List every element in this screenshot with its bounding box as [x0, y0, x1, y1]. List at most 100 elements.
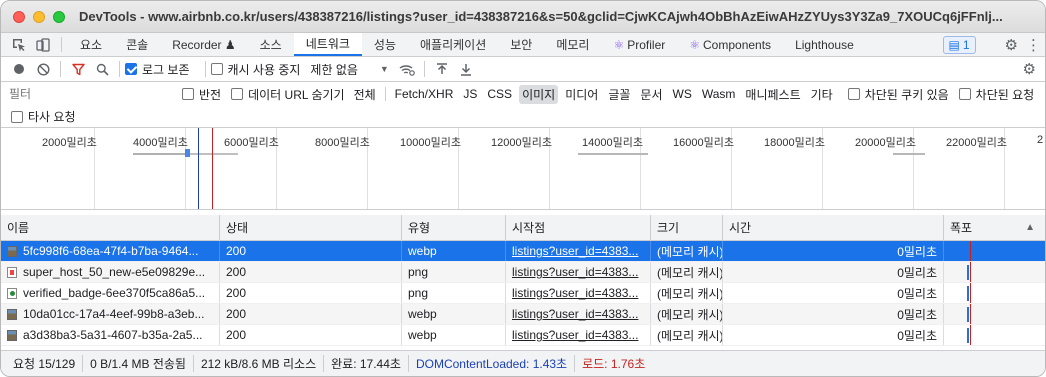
initiator-link[interactable]: listings?user_id=4383... [512, 286, 638, 300]
divider [423, 61, 425, 77]
more-options-icon[interactable]: ⋮ [1026, 36, 1041, 54]
filter-type-js[interactable]: JS [460, 86, 480, 102]
filter-type-all[interactable]: 전체 [351, 85, 379, 104]
table-row[interactable]: 10da01cc-17a4-4eef-99b8-a3eb... 200 webp li… [1, 304, 1045, 325]
column-header-waterfall[interactable]: 폭포 ▲ [944, 215, 1045, 240]
react-icon: ⚛ [613, 37, 625, 52]
import-har-icon[interactable] [430, 59, 454, 79]
initiator-link[interactable]: listings?user_id=4383... [512, 307, 638, 321]
clear-icon[interactable] [31, 59, 55, 79]
request-size: (메모리 캐시) [657, 286, 723, 301]
tab-lighthouse[interactable]: Lighthouse [783, 33, 866, 56]
tab-bar-actions: ▤ 1 ⚙ ⋮ [942, 33, 1041, 57]
filter-type-img[interactable]: 이미지 [519, 84, 559, 104]
table-row[interactable]: 5fc998f6-68ea-47f4-b7ba-9464... 200 webp li… [1, 241, 1045, 262]
issues-badge[interactable]: ▤ 1 [942, 36, 976, 54]
filter-type-fetch-xhr[interactable]: Fetch/XHR [392, 86, 457, 102]
device-toolbar-icon[interactable] [31, 33, 55, 56]
filter-type-media[interactable]: 미디어 [562, 85, 601, 104]
request-name: a3d38ba3-5a31-4607-b35a-2a5... [23, 328, 203, 342]
filter-type-other[interactable]: 기타 [808, 85, 836, 104]
filter-type-font[interactable]: 글꼴 [605, 85, 633, 104]
search-icon[interactable] [90, 59, 114, 79]
tab-console[interactable]: 콘솔 [114, 33, 160, 56]
status-load: 로드: 1.76초 [582, 357, 646, 371]
cell-waterfall [944, 304, 1045, 324]
tab-recorder[interactable]: Recorder ♟ [160, 33, 247, 56]
export-har-icon[interactable] [454, 59, 478, 79]
table-row[interactable]: a3d38ba3-5a31-4607-b35a-2a5... 200 webp lis… [1, 325, 1045, 346]
filter-type-doc[interactable]: 문서 [637, 85, 665, 104]
initiator-link[interactable]: listings?user_id=4383... [512, 244, 638, 258]
close-window-button[interactable] [13, 10, 25, 23]
throttling-value: 제한 없음 [310, 62, 358, 77]
filter-icon[interactable] [66, 59, 90, 79]
filter-type-css[interactable]: CSS [484, 86, 515, 102]
tab-network[interactable]: 네트워크 [293, 33, 362, 56]
blocked-cookies-checkbox[interactable]: 차단된 쿠키 있음 [847, 86, 949, 103]
blocked-requests-check[interactable] [958, 88, 971, 100]
preserve-log-checkbox[interactable]: 로그 보존 [125, 61, 190, 78]
hide-data-urls-check[interactable] [231, 88, 244, 100]
cell-name: a3d38ba3-5a31-4607-b35a-2a5... [1, 325, 220, 345]
issues-count: 1 [962, 38, 970, 52]
network-overview[interactable]: 2000밀리초 4000밀리초 6000밀리초 8000밀리초 10000밀리초… [1, 128, 1045, 210]
preserve-log-check[interactable] [125, 63, 137, 75]
window-title: DevTools - www.airbnb.co.kr/users/438387… [79, 9, 1003, 24]
record-icon[interactable] [7, 59, 31, 79]
minimize-window-button[interactable] [33, 10, 45, 23]
divider [119, 61, 120, 77]
filter-type-ws[interactable]: WS [670, 86, 695, 102]
tab-components[interactable]: ⚛ Components [677, 33, 783, 56]
column-header-name[interactable]: 이름 [1, 215, 220, 240]
request-name: super_host_50_new-e5e09829e... [23, 265, 206, 279]
initiator-link[interactable]: listings?user_id=4383... [512, 265, 638, 279]
waterfall-bar [967, 286, 969, 301]
table-row[interactable]: super_host_50_new-e5e09829e... 200 png list… [1, 262, 1045, 283]
gear-icon[interactable]: ⚙ [1005, 36, 1018, 54]
filter-type-wasm[interactable]: Wasm [699, 86, 739, 102]
column-header-size[interactable]: 크기 [651, 215, 723, 240]
zoom-window-button[interactable] [53, 10, 65, 23]
overview-tick-label: 16000밀리초 [673, 137, 734, 149]
network-toolbar: 로그 보존 캐시 사용 중지 제한 없음 ▼ ⚙ [1, 57, 1045, 82]
invert-check[interactable] [182, 88, 194, 100]
initiator-link[interactable]: listings?user_id=4383... [512, 328, 638, 342]
file-type-icon [7, 308, 17, 320]
disable-cache-check[interactable] [210, 63, 223, 75]
overview-tick-label: 22000밀리초 [946, 137, 1007, 149]
request-status: 200 [226, 244, 247, 258]
inspect-element-icon[interactable] [7, 33, 31, 56]
network-conditions-icon[interactable] [395, 59, 419, 79]
column-header-status[interactable]: 상태 [220, 215, 402, 240]
blocked-cookies-check[interactable] [847, 88, 860, 100]
cell-status: 200 [220, 304, 402, 324]
table-row[interactable]: verified_badge-6ee370f5ca86a5... 200 png li… [1, 283, 1045, 304]
column-header-initiator[interactable]: 시작점 [506, 215, 651, 240]
tab-memory[interactable]: 메모리 [544, 33, 601, 56]
cell-name: verified_badge-6ee370f5ca86a5... [1, 283, 220, 303]
tab-sources[interactable]: 소스 [248, 33, 294, 56]
filter-type-manifest[interactable]: 매니페스트 [742, 85, 803, 104]
disable-cache-checkbox[interactable]: 캐시 사용 중지 [210, 61, 300, 78]
invert-checkbox[interactable]: 반전 [182, 86, 221, 103]
throttling-select[interactable]: 제한 없음 ▼ [310, 61, 388, 78]
third-party-check[interactable] [11, 110, 23, 123]
column-header-type[interactable]: 유형 [402, 215, 506, 240]
cell-waterfall [944, 325, 1045, 345]
filter-input[interactable] [5, 85, 170, 103]
tab-security[interactable]: 보안 [498, 33, 544, 56]
network-settings-gear-icon[interactable]: ⚙ [1023, 60, 1036, 78]
hide-data-urls-checkbox[interactable]: 데이터 URL 숨기기 [231, 86, 345, 103]
request-type: png [408, 286, 429, 300]
tab-profiler[interactable]: ⚛ Profiler [601, 33, 677, 56]
tab-application[interactable]: 애플리케이션 [408, 33, 498, 56]
invert-label: 반전 [199, 87, 222, 102]
tab-performance[interactable]: 성능 [362, 33, 408, 56]
cell-initiator: listings?user_id=4383... [506, 304, 651, 324]
tab-elements[interactable]: 요소 [68, 33, 114, 56]
third-party-checkbox[interactable]: 타사 요청 [11, 108, 76, 125]
column-header-time[interactable]: 시간 [723, 215, 944, 240]
blocked-requests-checkbox[interactable]: 차단된 요청 [958, 86, 1034, 103]
overview-tick-label: 2000밀리초 [42, 137, 97, 149]
